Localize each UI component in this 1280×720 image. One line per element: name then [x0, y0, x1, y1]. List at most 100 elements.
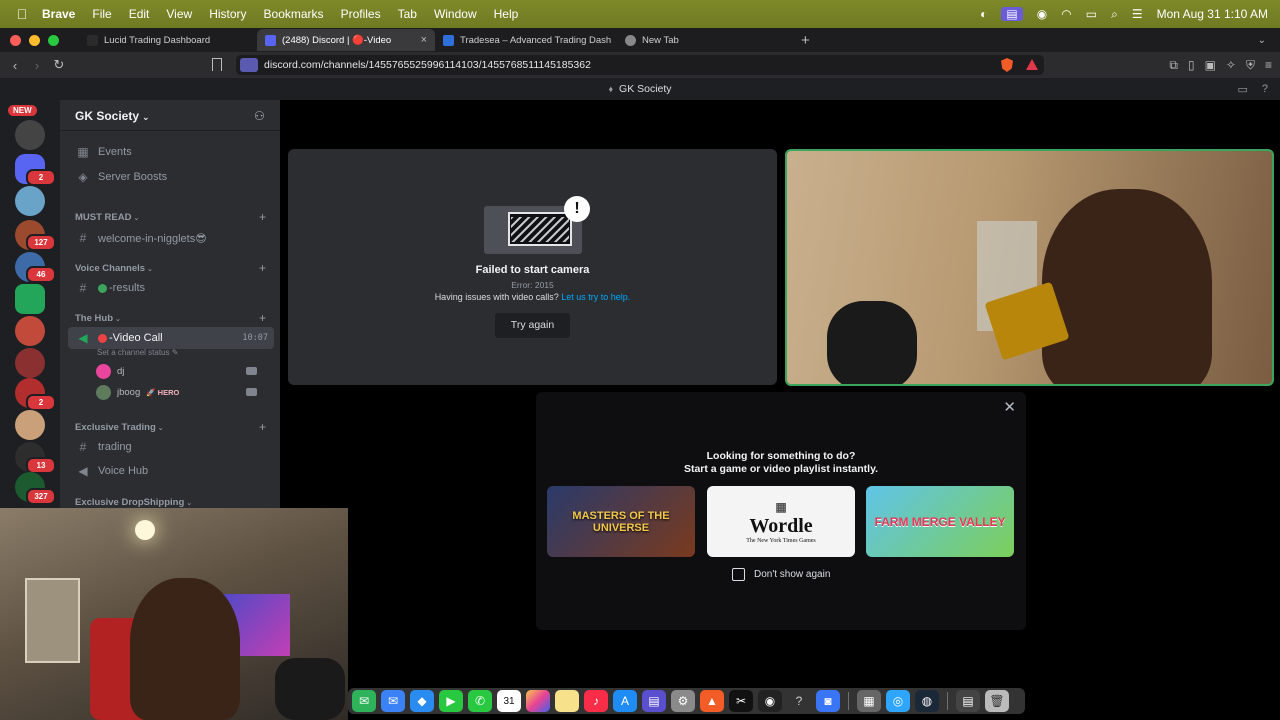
back-icon[interactable]: ‹ [4, 58, 26, 73]
tab-list-chevron-icon[interactable]: ⌄ [1258, 35, 1266, 46]
edge-browser-icon[interactable]: ◎ [886, 690, 910, 712]
reload-icon[interactable]: ↻ [48, 57, 70, 73]
create-channel-icon[interactable]: + [259, 261, 266, 275]
inbox-icon[interactable]: ▭ [1237, 83, 1247, 96]
messages-icon[interactable]: ✉ [352, 690, 376, 712]
forward-icon[interactable]: › [26, 58, 48, 73]
server-icon[interactable] [15, 120, 45, 150]
channel-video-call[interactable]: ◀ -Video Call 10:07 [68, 327, 274, 349]
new-tab-button[interactable]: + [801, 32, 810, 49]
browser-tab-tradesea[interactable]: Tradesea – Advanced Trading Dash [435, 29, 617, 51]
control-center-icon[interactable]: ☰ [1132, 7, 1143, 21]
menu-bookmarks[interactable]: Bookmarks [264, 7, 324, 21]
system-settings-icon[interactable]: ⚙ [671, 690, 695, 712]
word-icon[interactable]: ▤ [642, 690, 666, 712]
server-icon[interactable] [15, 284, 45, 314]
browser-menu-icon[interactable]: ≡ [1265, 58, 1272, 72]
facetime-icon[interactable]: ▶ [439, 690, 463, 712]
server-name-header[interactable]: GK Society ⌄ [75, 109, 150, 123]
try-again-button[interactable]: Try again [495, 313, 570, 338]
server-icon[interactable] [15, 410, 45, 440]
server-icon[interactable] [15, 348, 45, 378]
activity-farm-merge-valley[interactable]: FARM MERGE VALLEY [866, 486, 1014, 557]
spotlight-search-icon[interactable]: ⌕ [1111, 7, 1118, 22]
menu-history[interactable]: History [209, 7, 246, 21]
create-channel-icon[interactable]: + [259, 210, 266, 224]
downloads-stack-icon[interactable]: ▤ [956, 690, 980, 712]
channel-voice-hub[interactable]: ◀ Voice Hub [68, 460, 274, 482]
menu-profiles[interactable]: Profiles [341, 7, 381, 21]
minimize-window-icon[interactable] [29, 34, 40, 46]
battery-icon[interactable]: ▭ [1086, 7, 1097, 21]
site-info-icon[interactable] [240, 58, 258, 72]
vpn-icon[interactable]: ⛨ [1246, 58, 1255, 73]
sidebar-item-events[interactable]: ▦ Events [68, 141, 274, 163]
trash-icon[interactable]: 🗑 [985, 690, 1009, 712]
menu-clock[interactable]: Mon Aug 31 1:10 AM [1157, 7, 1268, 21]
brave-browser-icon[interactable]: ▲ [700, 690, 724, 712]
category-exclusive-trading[interactable]: Exclusive Trading ⌄ [75, 422, 164, 433]
activity-wordle[interactable]: ▦ Wordle The New York Times Games [707, 486, 855, 557]
channel-welcome[interactable]: # welcome-in-nigglets😎 [68, 227, 274, 249]
help-link[interactable]: Let us try to help. [561, 292, 630, 302]
obs-icon[interactable]: ◉ [758, 690, 782, 712]
set-channel-status[interactable]: Set a channel status ✎ [97, 348, 178, 357]
participant-video-tile[interactable] [785, 149, 1274, 386]
close-window-icon[interactable] [10, 34, 21, 46]
steam-icon[interactable]: ◍ [915, 690, 939, 712]
maps-icon[interactable]: ◆ [410, 690, 434, 712]
server-icon[interactable] [15, 186, 45, 216]
photos-icon[interactable] [526, 690, 550, 712]
notes-icon[interactable] [555, 690, 579, 712]
activity-masters-of-the-universe[interactable]: MASTERS OF THE UNIVERSE [547, 486, 695, 557]
calendar-icon[interactable]: 31 [497, 690, 521, 712]
dont-show-again-checkbox[interactable] [732, 568, 745, 581]
wallet-icon[interactable]: ▣ [1205, 58, 1216, 72]
voice-user-jboog[interactable]: jboog 🚀 HERO [96, 383, 257, 401]
create-channel-icon[interactable]: + [259, 311, 266, 325]
browser-tab-discord[interactable]: (2488) Discord | 🔴-Video × [257, 29, 435, 51]
url-text[interactable]: discord.com/channels/1455765525996114103… [264, 59, 591, 71]
invite-people-icon[interactable]: ⚇ [254, 109, 268, 123]
menu-edit[interactable]: Edit [129, 7, 150, 21]
menu-file[interactable]: File [92, 7, 111, 21]
music-icon[interactable]: ♪ [584, 690, 608, 712]
channel-results[interactable]: # -results [68, 277, 274, 299]
menu-view[interactable]: View [166, 7, 192, 21]
brave-rewards-icon[interactable] [1026, 59, 1038, 70]
phone-icon[interactable]: ✆ [468, 690, 492, 712]
create-channel-icon[interactable]: + [259, 420, 266, 434]
app-store-icon[interactable]: A [613, 690, 637, 712]
close-tab-icon[interactable]: × [421, 34, 427, 46]
sidebar-item-server-boosts[interactable]: ◈ Server Boosts [68, 166, 274, 188]
browser-tab-lucid[interactable]: Lucid Trading Dashboard [79, 29, 257, 51]
category-voice-channels[interactable]: Voice Channels ⌄ [75, 263, 153, 274]
camera-indicator-icon[interactable]: ◉ [1037, 7, 1047, 21]
discord-app-icon[interactable]: ◙ [816, 690, 840, 712]
close-icon[interactable]: ✕ [1003, 398, 1016, 416]
server-icon[interactable] [15, 316, 45, 346]
voice-user-dj[interactable]: dj [96, 362, 257, 380]
screen-record-icon[interactable]: ◐ [980, 7, 987, 21]
capcut-icon[interactable]: ✂ [729, 690, 753, 712]
browser-tab-new[interactable]: New Tab [617, 29, 787, 51]
zoom-window-icon[interactable] [48, 34, 59, 46]
wifi-icon[interactable]: ◠ [1061, 7, 1071, 21]
help-viewer-icon[interactable]: ? [787, 690, 811, 712]
help-icon[interactable]: ? [1262, 83, 1268, 96]
category-must-read[interactable]: MUST READ ⌄ [75, 212, 139, 223]
category-the-hub[interactable]: The Hub ⌄ [75, 313, 121, 324]
extensions-icon[interactable]: ⧉ [1169, 58, 1178, 73]
category-exclusive-dropshipping[interactable]: Exclusive DropShipping ⌄ [75, 497, 192, 508]
menu-window[interactable]: Window [434, 7, 477, 21]
sidebar-toggle-icon[interactable]: ▯ [1188, 58, 1195, 72]
calculator-icon[interactable]: ▦ [857, 690, 881, 712]
dont-show-again-option[interactable]: Don't show again [732, 568, 830, 581]
menu-brave[interactable]: Brave [42, 7, 75, 21]
control-icon[interactable]: ▤ [1001, 7, 1023, 21]
menu-help[interactable]: Help [494, 7, 519, 21]
channel-trading[interactable]: # trading [68, 436, 274, 458]
menu-tab[interactable]: Tab [398, 7, 417, 21]
mail-icon[interactable]: ✉ [381, 690, 405, 712]
bookmark-icon[interactable] [212, 58, 222, 71]
